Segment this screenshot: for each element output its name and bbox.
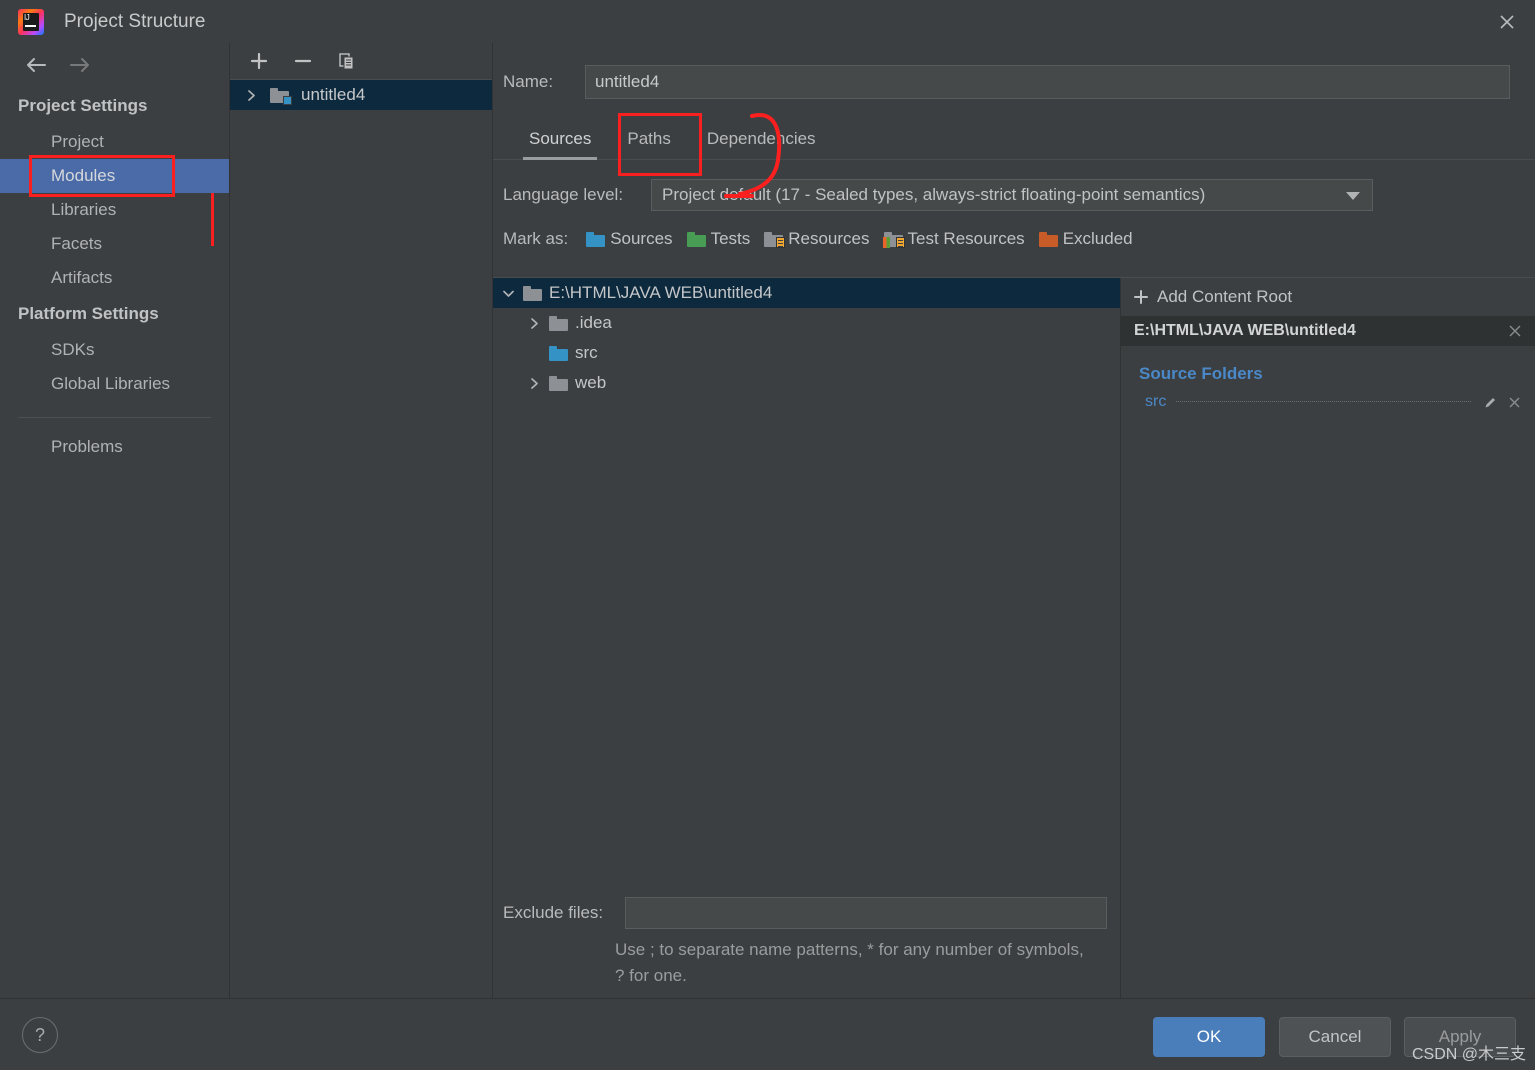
folder-sources-icon: [586, 231, 606, 247]
mark-as-sources-label: Sources: [610, 229, 673, 248]
content-tree-pane: E:\HTML\JAVA WEB\untitled4 .idea src web…: [493, 278, 1121, 999]
chevron-right-icon[interactable]: [525, 314, 543, 332]
close-icon[interactable]: [1479, 0, 1535, 43]
exclude-files-hint: Use ; to separate name patterns, * for a…: [615, 940, 1084, 985]
settings-sidebar: Project Settings Project Modules Librari…: [0, 43, 230, 998]
mark-as-test-resources-button[interactable]: Test Resources: [882, 229, 1025, 249]
module-list-item-label: untitled4: [301, 85, 366, 104]
dotted-leader: [1176, 400, 1471, 402]
minus-icon[interactable]: [288, 47, 318, 75]
mark-as-tests-label: Tests: [710, 229, 751, 248]
arrow-right-icon[interactable]: [58, 50, 102, 80]
exclude-files-label: Exclude files:: [503, 903, 604, 922]
name-input[interactable]: [585, 65, 1510, 99]
sidebar-item-facets[interactable]: Facets: [0, 227, 229, 261]
sources-split-pane: E:\HTML\JAVA WEB\untitled4 .idea src web…: [493, 277, 1535, 999]
sidebar-item-libraries[interactable]: Libraries: [0, 193, 229, 227]
tab-sources[interactable]: Sources: [511, 121, 609, 160]
folder-icon: [523, 285, 542, 301]
mark-as-sources-button[interactable]: Sources: [586, 229, 673, 249]
help-button[interactable]: ?: [22, 1017, 58, 1053]
sidebar-item-sdks[interactable]: SDKs: [0, 333, 229, 367]
tree-row-label: .idea: [575, 313, 612, 332]
modules-list-panel: untitled4: [230, 43, 493, 998]
apply-button[interactable]: Apply: [1404, 1017, 1516, 1057]
folder-icon: [549, 315, 568, 331]
chevron-down-icon[interactable]: [499, 284, 517, 302]
language-level-row: Language level: Project default (17 - Se…: [493, 160, 1535, 211]
folder-icon: [549, 375, 568, 391]
tab-paths[interactable]: Paths: [609, 121, 688, 159]
tree-row-label: E:\HTML\JAVA WEB\untitled4: [549, 283, 773, 302]
content-root-path: E:\HTML\JAVA WEB\untitled4: [1134, 322, 1356, 339]
mark-as-resources-label: Resources: [788, 229, 870, 248]
language-level-value: Project default (17 - Sealed types, alwa…: [662, 185, 1206, 204]
language-level-label: Language level:: [503, 185, 624, 204]
name-label: Name:: [503, 72, 554, 91]
tab-dependencies[interactable]: Dependencies: [689, 121, 834, 159]
chevron-down-icon[interactable]: [1346, 192, 1360, 200]
mark-as-resources-button[interactable]: Resources: [764, 229, 870, 249]
module-list-item[interactable]: untitled4: [230, 80, 492, 110]
window-title: Project Structure: [64, 10, 206, 32]
mark-as-excluded-button[interactable]: Excluded: [1038, 229, 1133, 249]
mark-as-test-resources-label: Test Resources: [907, 229, 1025, 248]
mark-as-tests-button[interactable]: Tests: [686, 229, 751, 249]
module-settings-content: Name: Sources Paths Dependencies Languag…: [493, 43, 1535, 999]
tree-row-label: web: [575, 373, 607, 392]
ok-button[interactable]: OK: [1153, 1017, 1265, 1057]
chevron-right-icon[interactable]: [242, 89, 260, 102]
close-icon[interactable]: [1507, 323, 1523, 339]
copy-icon[interactable]: [332, 47, 362, 75]
source-folders-title: Source Folders: [1139, 364, 1263, 383]
pencil-icon[interactable]: [1481, 395, 1499, 410]
plus-icon[interactable]: [244, 47, 274, 75]
tree-row[interactable]: web: [493, 368, 1120, 398]
sidebar-group-platform-settings: Platform Settings: [18, 304, 159, 323]
tree-row[interactable]: E:\HTML\JAVA WEB\untitled4: [493, 278, 1120, 308]
title-bar: IJ Project Structure: [0, 0, 1535, 44]
sidebar-item-problems[interactable]: Problems: [0, 430, 229, 464]
tree-row-label: src: [575, 343, 598, 362]
content-root-pane: Add Content Root E:\HTML\JAVA WEB\untitl…: [1121, 278, 1535, 999]
folder-excluded-icon: [1038, 231, 1058, 247]
add-content-root-label: Add Content Root: [1157, 287, 1293, 306]
arrow-left-icon[interactable]: [14, 50, 58, 80]
sidebar-group-project-settings: Project Settings: [18, 96, 148, 115]
mark-as-row: Mark as: Sources Tests Resources Test Re…: [493, 211, 1535, 249]
sidebar-item-global-libraries[interactable]: Global Libraries: [0, 367, 229, 401]
add-content-root-button[interactable]: Add Content Root: [1121, 278, 1535, 316]
folder-resources-icon: [764, 231, 786, 248]
exclude-files-input[interactable]: [625, 897, 1107, 929]
exclude-files-row: Exclude files:: [493, 897, 1120, 929]
module-folder-icon: [270, 87, 292, 105]
sidebar-divider: [18, 417, 211, 418]
folder-test-resources-icon: [882, 231, 905, 248]
source-folder-name: src: [1145, 393, 1167, 410]
content-root-header: E:\HTML\JAVA WEB\untitled4: [1121, 316, 1535, 346]
folder-tests-icon: [686, 231, 706, 247]
module-tabs: Sources Paths Dependencies: [493, 121, 1535, 160]
nav-arrows: [0, 43, 229, 87]
exclude-files-area: Exclude files: Use ; to separate name pa…: [493, 897, 1120, 999]
dialog-footer: ? OK Cancel Apply: [0, 998, 1535, 1070]
source-folder-row[interactable]: src: [1121, 384, 1535, 411]
language-level-select[interactable]: Project default (17 - Sealed types, alwa…: [651, 179, 1373, 211]
cancel-button[interactable]: Cancel: [1279, 1017, 1391, 1057]
mark-as-label: Mark as:: [503, 229, 569, 248]
plus-icon: [1133, 289, 1149, 305]
chevron-right-icon[interactable]: [525, 374, 543, 392]
modules-toolbar: [230, 43, 492, 80]
sidebar-item-project[interactable]: Project: [0, 125, 229, 159]
sidebar-item-artifacts[interactable]: Artifacts: [0, 261, 229, 295]
intellij-idea-logo-icon: IJ: [18, 8, 44, 35]
tree-row[interactable]: src: [493, 338, 1120, 368]
name-row: Name:: [493, 43, 1535, 99]
close-icon[interactable]: [1505, 395, 1523, 410]
folder-sources-icon: [549, 345, 568, 361]
tree-row[interactable]: .idea: [493, 308, 1120, 338]
mark-as-excluded-label: Excluded: [1062, 229, 1133, 248]
sidebar-item-modules[interactable]: Modules: [0, 159, 229, 193]
